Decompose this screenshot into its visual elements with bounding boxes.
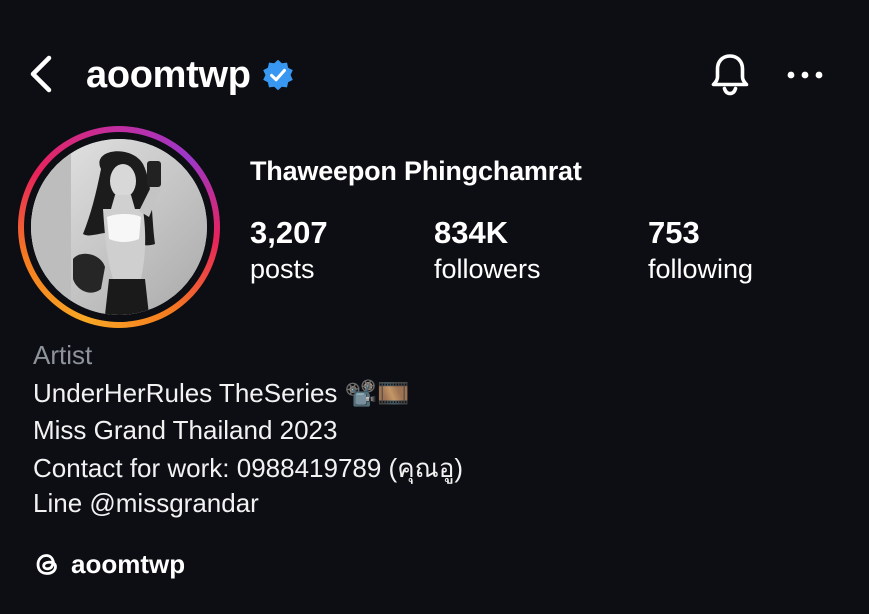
more-options-button[interactable] <box>780 52 830 98</box>
threads-icon <box>36 554 57 575</box>
posts-value: 3,207 <box>250 215 328 250</box>
bio-line: UnderHerRules TheSeries 📽️🎞️ <box>33 378 410 408</box>
following-count[interactable]: 753 following <box>648 214 753 286</box>
posts-count[interactable]: 3,207 posts <box>250 214 328 286</box>
notifications-button[interactable] <box>704 48 756 100</box>
profile-photo <box>31 139 207 315</box>
following-label: following <box>648 254 754 284</box>
verified-badge-icon <box>262 59 293 91</box>
more-dots-icon <box>787 71 823 79</box>
bell-icon <box>711 54 749 96</box>
profile-category: Artist <box>33 340 93 370</box>
bio-line: Line @missgrandar <box>33 488 259 518</box>
profile-avatar[interactable] <box>18 126 220 328</box>
bio-line: Contact for work: 0988419789 (คุณอู) <box>33 453 464 483</box>
profile-username-header: aoomtwp <box>86 52 295 98</box>
username: aoomtwp <box>86 53 251 96</box>
followers-count[interactable]: 834K followers <box>434 214 541 286</box>
profile-full-name: Thaweepon Phingchamrat <box>250 156 582 186</box>
threads-profile-link[interactable]: aoomtwp <box>33 545 185 583</box>
threads-handle: aoomtwp <box>71 548 186 579</box>
followers-value: 834K <box>434 215 509 250</box>
back-button[interactable] <box>18 52 62 96</box>
chevron-left-icon <box>30 55 52 93</box>
bio-line: Miss Grand Thailand 2023 <box>33 415 338 445</box>
following-value: 753 <box>648 215 700 250</box>
followers-label: followers <box>434 254 541 284</box>
posts-label: posts <box>250 254 315 284</box>
